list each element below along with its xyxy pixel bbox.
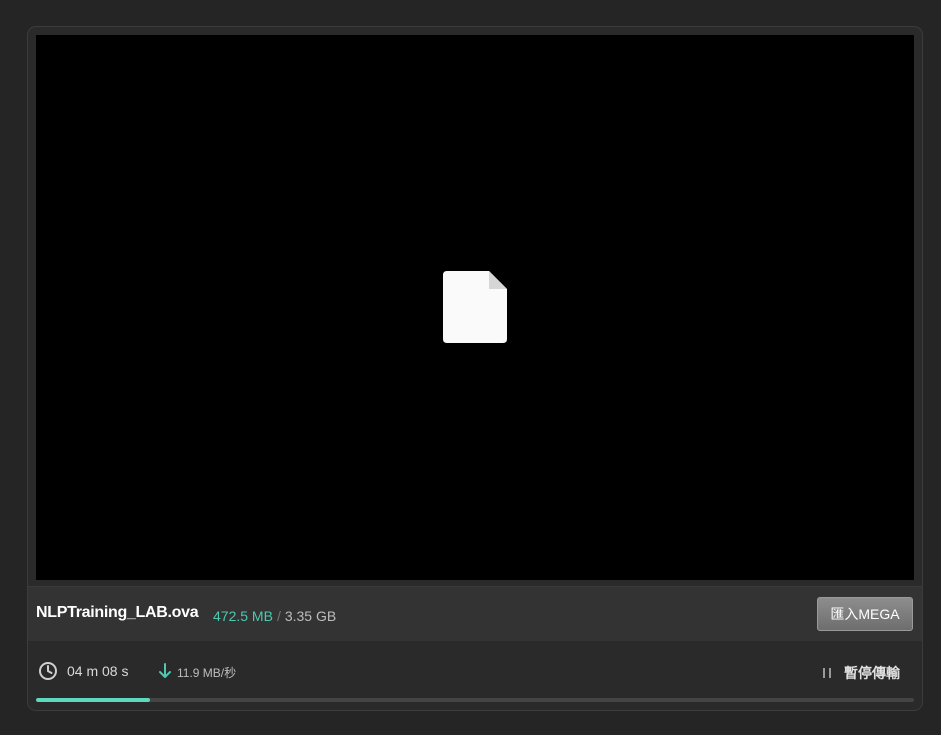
file-name: NLPTraining_LAB.ova [36,604,199,621]
document-icon [443,271,507,343]
import-to-mega-button[interactable]: 匯入MEGA [817,597,913,631]
downloaded-size: 472.5 MB [213,608,273,624]
total-size: 3.35 GB [284,608,337,624]
size-separator: / [276,608,281,624]
pause-transfer-button[interactable]: 暫停傳輸 [844,663,900,683]
download-panel: NLPTraining_LAB.ova 472.5 MB/3.35 GB 匯入M… [27,26,923,711]
file-size: 472.5 MB/3.35 GB [213,608,336,624]
pause-icon[interactable] [822,666,832,678]
progress-fill [36,698,151,702]
clock-icon [38,661,58,681]
progress-bar [36,698,914,702]
transfer-status-bar: 04 m 08 s 11.9 MB/秒 暫停傳輸 [28,641,922,710]
time-remaining: 04 m 08 s [67,663,129,679]
transfer-speed: 11.9 MB/秒 [177,666,237,680]
download-arrow-icon [158,663,172,679]
file-info-bar: NLPTraining_LAB.ova 472.5 MB/3.35 GB 匯入M… [28,586,922,642]
file-preview [36,35,914,580]
